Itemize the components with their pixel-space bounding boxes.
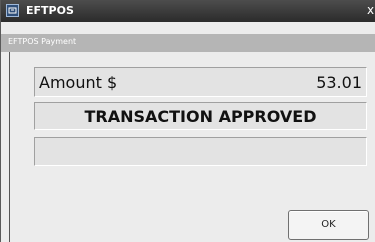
status-field: TRANSACTION APPROVED [34, 102, 367, 130]
panel-border [9, 52, 10, 242]
window-title: EFTPOS [26, 4, 74, 17]
ok-button[interactable]: OK [288, 210, 369, 240]
eftpos-app-icon [6, 4, 19, 17]
eftpos-window: EFTPOS x EFTPOS Payment Amount $ 53.01 T… [0, 0, 375, 242]
amount-label: Amount $ [39, 73, 118, 92]
close-icon[interactable]: x [367, 3, 375, 17]
dialog-subheader: EFTPOS Payment [1, 34, 375, 52]
amount-field: Amount $ 53.01 [34, 67, 367, 97]
title-bar[interactable]: EFTPOS x [1, 0, 375, 22]
transaction-status: TRANSACTION APPROVED [84, 107, 317, 126]
message-field [34, 137, 367, 166]
subheader-title: EFTPOS Payment [8, 37, 77, 46]
amount-value: 53.01 [316, 73, 362, 92]
